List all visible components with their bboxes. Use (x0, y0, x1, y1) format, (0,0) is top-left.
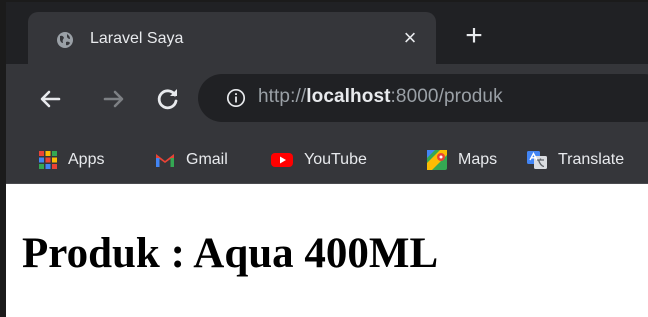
maps-icon (427, 150, 447, 170)
toolbar: http://localhost:8000/produk (6, 64, 648, 136)
new-tab-button[interactable]: + (461, 21, 487, 51)
back-icon[interactable] (36, 85, 64, 113)
bookmark-maps[interactable]: Maps (426, 148, 497, 172)
tab-laravel-saya[interactable]: Laravel Saya × (28, 12, 436, 64)
url-scheme: http:// (258, 86, 307, 107)
url-text[interactable]: http://localhost:8000/produk (258, 86, 503, 108)
browser-window: Laravel Saya × + http://localhost:8000/p… (0, 0, 648, 317)
forward-icon[interactable] (100, 85, 128, 113)
bookmark-label: YouTube (304, 151, 367, 168)
bookmark-label: Translate (558, 151, 625, 168)
url-path: :8000/produk (390, 86, 503, 107)
page-content: Produk : Aqua 400ML (6, 185, 648, 317)
apps-grid-icon (39, 151, 57, 169)
tab-close-icon[interactable]: × (398, 26, 422, 50)
bookmark-youtube[interactable]: YouTube (270, 148, 367, 172)
url-host: localhost (306, 86, 391, 107)
address-bar[interactable]: http://localhost:8000/produk (198, 74, 648, 122)
tab-strip: Laravel Saya × + (6, 2, 648, 64)
bookmark-apps[interactable]: Apps (38, 148, 104, 172)
youtube-icon (271, 153, 293, 167)
bookmark-translate[interactable]: Translate (526, 148, 624, 172)
bookmark-label: Maps (458, 151, 498, 168)
bookmarks-bar: Apps Gmail YouTube Maps Translate (6, 136, 648, 184)
bookmark-label: Gmail (186, 151, 228, 168)
page-heading: Produk : Aqua 400ML (22, 230, 439, 277)
gmail-icon (156, 154, 174, 167)
bookmark-gmail[interactable]: Gmail (154, 148, 228, 172)
translate-icon (527, 151, 547, 169)
bookmark-label: Apps (68, 151, 105, 168)
reload-icon[interactable] (154, 85, 182, 113)
info-icon[interactable] (226, 88, 246, 108)
globe-icon (57, 32, 73, 48)
tab-title: Laravel Saya (90, 30, 184, 47)
